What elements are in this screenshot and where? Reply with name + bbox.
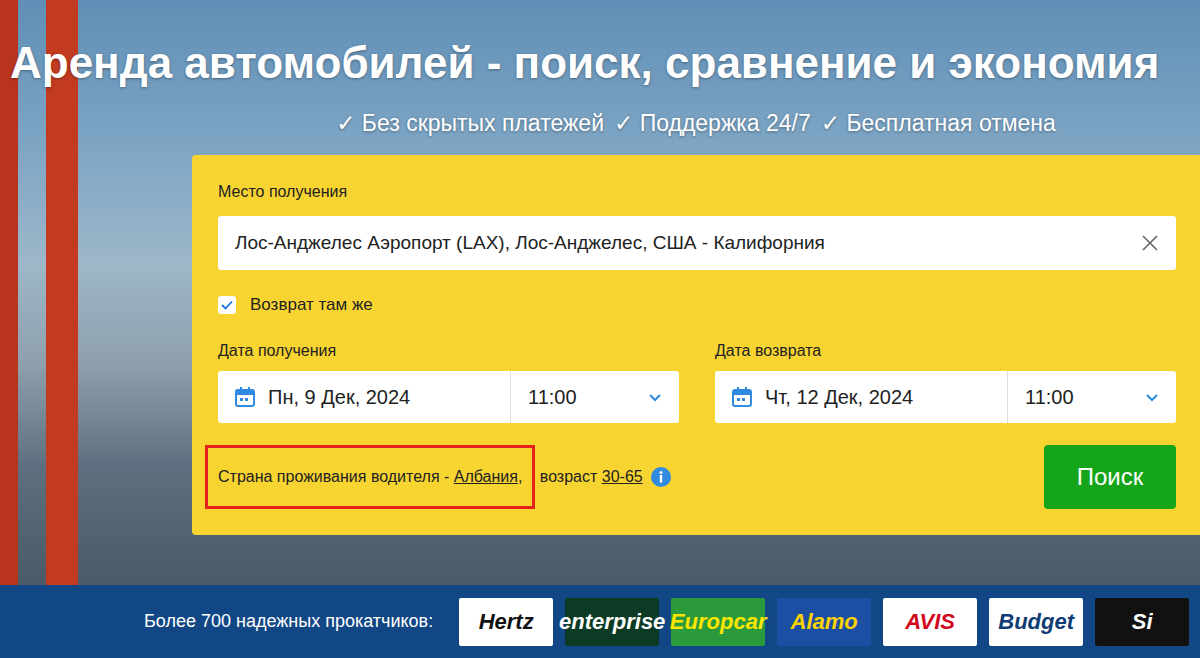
driver-row: Страна проживания водителя - Албания, во… (218, 445, 1176, 509)
check-icon (220, 298, 234, 312)
calendar-icon (234, 386, 256, 408)
date-fields: Дата полученияПн, 9 Дек, 202411:00Дата в… (218, 340, 1176, 423)
date-label: Дата возврата (715, 340, 1176, 362)
return-same-row[interactable]: Возврат там же (218, 292, 1176, 318)
partner-logo[interactable]: Si (1095, 598, 1189, 646)
return-same-checkbox[interactable] (218, 296, 236, 314)
partner-logos: HertzenterpriseEuropcarAlamoAVISBudgetSi (459, 598, 1189, 646)
partners-label: Более 700 надежных прокатчиков: (144, 611, 433, 632)
time-select[interactable]: 11:00 (1008, 371, 1176, 423)
date-group: Дата получения Пн, 9 Дек, 2024 11:00 (218, 340, 679, 423)
date-field[interactable]: Чт, 12 Дек, 2024 11:00 (715, 371, 1176, 423)
pickup-input[interactable]: Лос-Анджелес Аэропорт (LAX), Лос-Анджеле… (218, 216, 1176, 270)
feature-item: ✓ Бесплатная отмена (821, 108, 1056, 138)
pickup-value: Лос-Анджелес Аэропорт (LAX), Лос-Анджеле… (235, 232, 1130, 254)
partner-logo[interactable]: Alamo (777, 598, 871, 646)
country-link[interactable]: Албания (454, 468, 518, 485)
date-group: Дата возврата Чт, 12 Дек, 2024 11:00 (715, 340, 1176, 423)
search-button[interactable]: Поиск (1044, 445, 1176, 509)
date-label: Дата получения (218, 340, 679, 362)
residence-highlight: Страна проживания водителя - Албания, (205, 445, 535, 509)
clear-icon[interactable] (1140, 233, 1160, 253)
comma: , (518, 468, 522, 485)
partner-logo[interactable]: Budget (989, 598, 1083, 646)
residence-label: Страна проживания водителя - (218, 468, 454, 485)
partners-band: Более 700 надежных прокатчиков: Hertzente… (0, 585, 1200, 658)
feature-item: ✓ Поддержка 24/7 (614, 108, 811, 138)
partner-logo[interactable]: AVIS (883, 598, 977, 646)
feature-list: ✓ Без скрытых платежей ✓ Поддержка 24/7 ✓ … (192, 108, 1200, 138)
car-rental-page: Аренда автомобилей - поиск, сравнение и … (0, 0, 1200, 658)
feature-item: ✓ Без скрытых платежей (336, 108, 604, 138)
date-picker[interactable]: Пн, 9 Дек, 2024 (218, 371, 511, 423)
date-picker[interactable]: Чт, 12 Дек, 2024 (715, 371, 1008, 423)
partner-logo[interactable]: enterprise (565, 598, 659, 646)
chevron-down-icon (647, 389, 663, 405)
time-value: 11:00 (1025, 386, 1074, 409)
calendar-icon (731, 386, 753, 408)
date-value: Пн, 9 Дек, 2024 (268, 386, 410, 409)
info-icon[interactable] (651, 467, 671, 487)
partner-logo[interactable]: Europcar (671, 598, 765, 646)
pickup-label: Место получения (218, 181, 1176, 203)
date-value: Чт, 12 Дек, 2024 (765, 386, 913, 409)
time-select[interactable]: 11:00 (511, 371, 679, 423)
date-field[interactable]: Пн, 9 Дек, 2024 11:00 (218, 371, 679, 423)
age-link[interactable]: 30-65 (602, 468, 643, 486)
chevron-down-icon (1144, 389, 1160, 405)
driver-info: Страна проживания водителя - Албания, во… (205, 445, 671, 509)
search-area: ✓ Без скрытых платежей ✓ Поддержка 24/7 ✓ … (192, 90, 1200, 535)
bridge-tower-photo (0, 0, 90, 585)
return-same-label: Возврат там же (250, 295, 373, 315)
partner-logo[interactable]: Hertz (459, 598, 553, 646)
hero-title: Аренда автомобилей - поиск, сравнение и … (10, 36, 1200, 90)
time-value: 11:00 (528, 386, 577, 409)
search-form: Место получения Лос-Анджелес Аэропорт (LA… (192, 155, 1200, 535)
hero: Аренда автомобилей - поиск, сравнение и … (0, 0, 1200, 585)
age-label: возраст (535, 468, 601, 486)
